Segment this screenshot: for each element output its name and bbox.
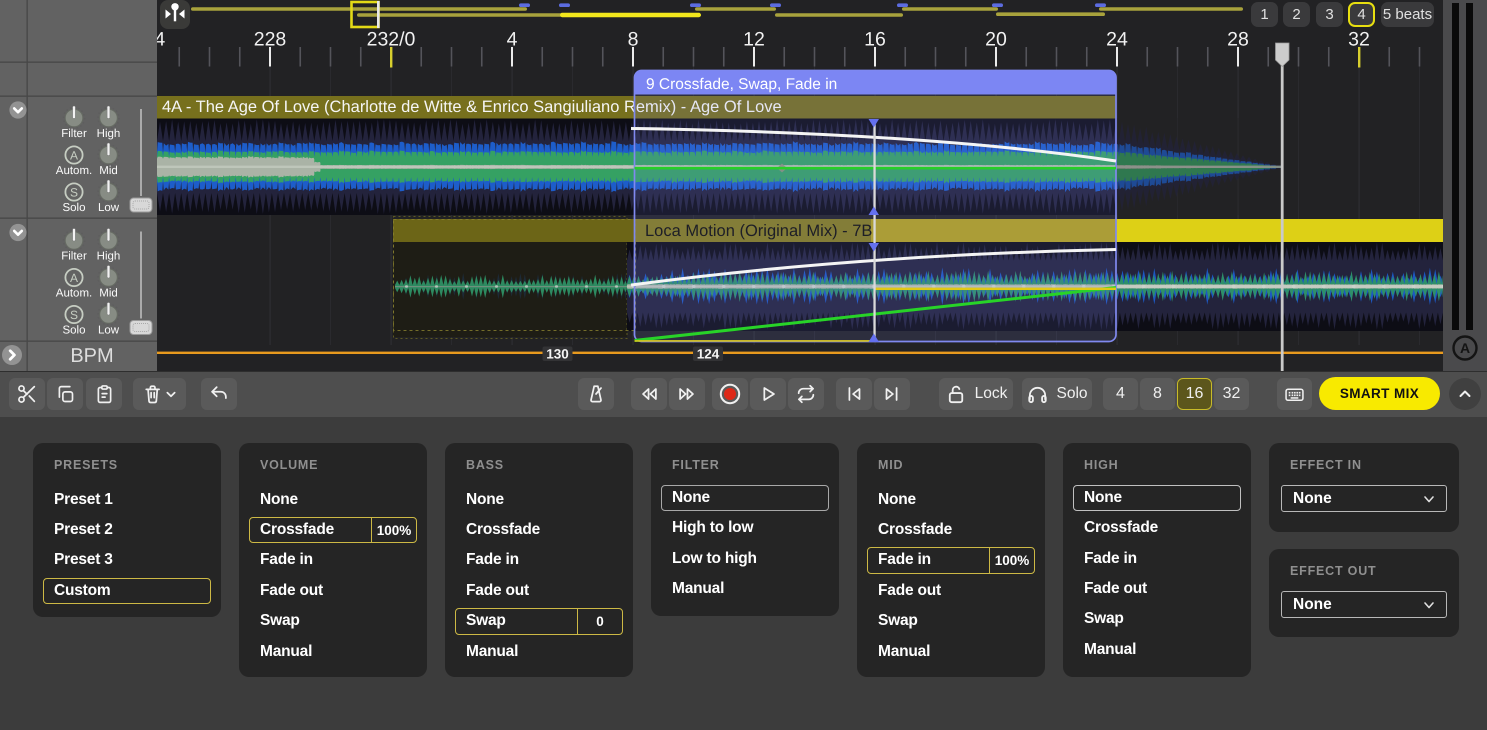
svg-text:Mid: Mid: [99, 288, 118, 300]
svg-text:BPM: BPM: [70, 345, 113, 367]
svg-text:28: 28: [1227, 29, 1249, 51]
svg-text:Filter: Filter: [61, 128, 87, 140]
svg-text:32: 32: [1348, 29, 1370, 51]
svg-text:S: S: [70, 308, 78, 322]
svg-text:A: A: [70, 271, 78, 285]
svg-text:9 Crossfade, Swap, Fade in: 9 Crossfade, Swap, Fade in: [646, 76, 837, 93]
svg-text:High: High: [97, 128, 121, 140]
svg-text:8: 8: [628, 29, 639, 51]
svg-text:Filter: Filter: [61, 251, 87, 263]
svg-text:Solo: Solo: [62, 325, 85, 337]
svg-text:4: 4: [507, 29, 518, 51]
svg-text:12: 12: [743, 29, 765, 51]
svg-text:124: 124: [697, 347, 720, 362]
svg-text:224: 224: [157, 29, 165, 51]
svg-text:High: High: [97, 251, 121, 263]
svg-text:228: 228: [254, 29, 287, 51]
svg-text:Autom.: Autom.: [56, 165, 92, 177]
svg-text:20: 20: [985, 29, 1007, 51]
svg-text:24: 24: [1106, 29, 1128, 51]
svg-text:S: S: [70, 186, 78, 200]
svg-text:Low: Low: [98, 325, 120, 337]
svg-text:130: 130: [546, 347, 569, 362]
svg-text:Solo: Solo: [62, 202, 85, 214]
svg-text:A: A: [1460, 340, 1470, 356]
svg-text:Mid: Mid: [99, 165, 118, 177]
svg-text:Autom.: Autom.: [56, 288, 92, 300]
svg-text:Low: Low: [98, 202, 120, 214]
svg-text:16: 16: [864, 29, 886, 51]
svg-text:232/0: 232/0: [367, 29, 416, 51]
svg-text:A: A: [70, 149, 78, 163]
